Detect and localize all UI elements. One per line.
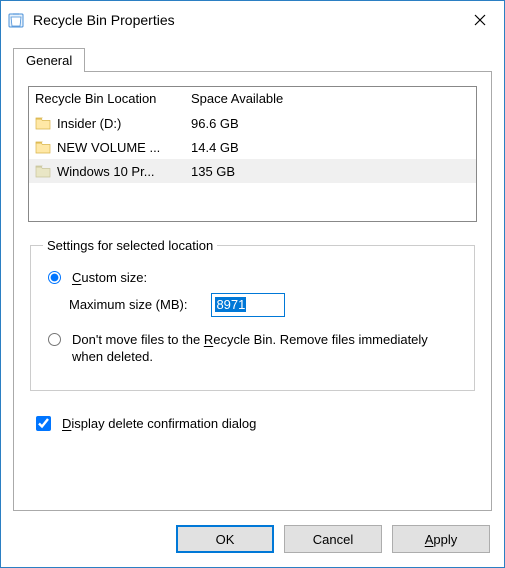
radio-dont-move-label[interactable]: Don't move files to the Recycle Bin. Rem…: [72, 331, 462, 366]
radio-custom-size-row: Custom size:: [43, 269, 462, 287]
apply-button[interactable]: Apply: [392, 525, 490, 553]
folder-icon: [35, 164, 51, 178]
titlebar: Recycle Bin Properties: [1, 1, 504, 39]
maxsize-label: Maximum size (MB):: [69, 297, 187, 312]
label-text: ustom size:: [81, 270, 147, 285]
folder-icon: [35, 116, 51, 130]
drive-name: Windows 10 Pr...: [57, 164, 155, 179]
drive-list-header: Recycle Bin Location Space Available: [29, 87, 476, 111]
label-text: isplay delete confirmation dialog: [71, 416, 256, 431]
list-item[interactable]: Windows 10 Pr... 135 GB: [29, 159, 476, 183]
dialog-buttons: OK Cancel Apply: [1, 511, 504, 567]
checkbox-display-confirm[interactable]: [36, 416, 51, 431]
drive-name: Insider (D:): [57, 116, 121, 131]
tabstrip: General: [13, 47, 492, 71]
list-item[interactable]: Insider (D:) 96.6 GB: [29, 111, 476, 135]
confirm-row: Display delete confirmation dialog: [32, 413, 477, 434]
folder-icon: [35, 140, 51, 154]
settings-legend: Settings for selected location: [43, 238, 217, 253]
radio-dont-move-row: Don't move files to the Recycle Bin. Rem…: [43, 331, 462, 366]
tab-panel-general: Recycle Bin Location Space Available Ins…: [13, 71, 492, 511]
dialog-body: General Recycle Bin Location Space Avail…: [1, 39, 504, 511]
settings-group: Settings for selected location Custom si…: [30, 238, 475, 391]
maxsize-input[interactable]: 8971: [211, 293, 285, 317]
cancel-button[interactable]: Cancel: [284, 525, 382, 553]
label-text: Don't move files to the: [72, 332, 204, 347]
radio-custom-label[interactable]: Custom size:: [72, 269, 147, 287]
drive-space: 14.4 GB: [191, 140, 470, 155]
button-label: OK: [216, 532, 235, 547]
button-label: Cancel: [313, 532, 353, 547]
button-label: pply: [433, 532, 457, 547]
header-location[interactable]: Recycle Bin Location: [35, 91, 191, 106]
ok-button[interactable]: OK: [176, 525, 274, 553]
radio-custom-size[interactable]: [48, 271, 61, 284]
radio-dont-move[interactable]: [48, 333, 61, 346]
accel-letter: C: [72, 270, 81, 285]
list-item[interactable]: NEW VOLUME ... 14.4 GB: [29, 135, 476, 159]
drive-list[interactable]: Recycle Bin Location Space Available Ins…: [28, 86, 477, 222]
drive-name: NEW VOLUME ...: [57, 140, 160, 155]
accel-letter: R: [204, 332, 213, 347]
recycle-bin-icon: [7, 11, 25, 29]
maxsize-row: Maximum size (MB): 8971: [69, 293, 462, 317]
tab-general-label: General: [26, 53, 72, 68]
checkbox-display-confirm-label[interactable]: Display delete confirmation dialog: [62, 416, 256, 431]
drive-space: 96.6 GB: [191, 116, 470, 131]
close-button[interactable]: [456, 1, 504, 39]
drive-space: 135 GB: [191, 164, 470, 179]
maxsize-value: 8971: [215, 297, 246, 312]
window-title: Recycle Bin Properties: [33, 12, 456, 28]
header-space[interactable]: Space Available: [191, 91, 470, 106]
accel-letter: D: [62, 416, 71, 431]
tab-general[interactable]: General: [13, 48, 85, 72]
